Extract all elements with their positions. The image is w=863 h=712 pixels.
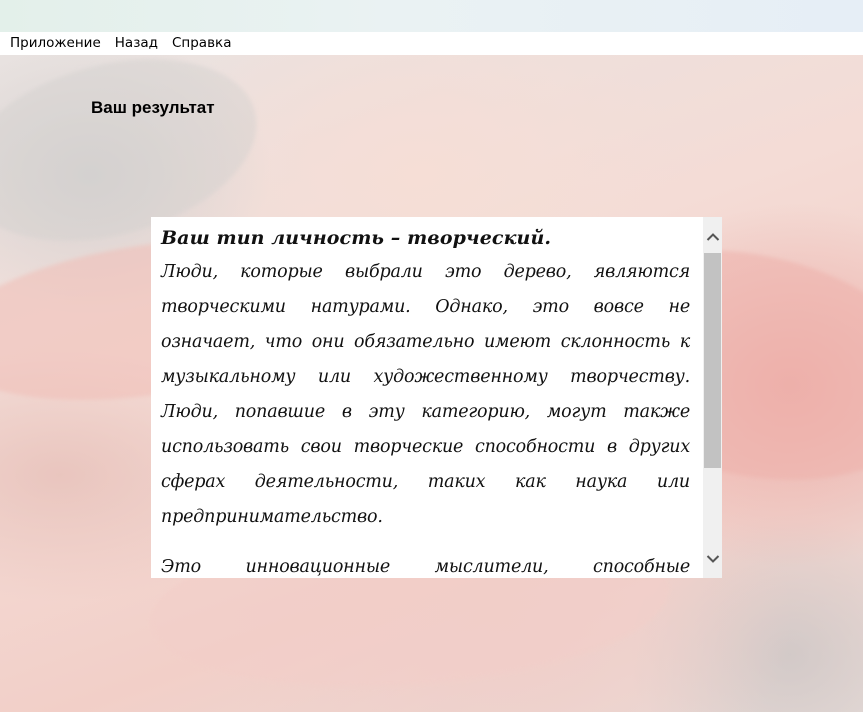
result-paragraph: Люди, которые выбрали это дерево, являют…	[161, 262, 690, 527]
vertical-scrollbar[interactable]	[703, 217, 722, 578]
result-text-content: Ваш тип личность – творческий. Люди, кот…	[161, 227, 690, 578]
result-paragraph: Это инновационные мыслители, способные п…	[161, 557, 690, 577]
app-window: Приложение Назад Справка Ваш результат В…	[0, 0, 863, 712]
chevron-down-icon[interactable]	[703, 549, 722, 568]
menu-bar: Приложение Назад Справка	[0, 32, 863, 55]
menu-item-app[interactable]: Приложение	[5, 32, 106, 55]
watercolor-background: Ваш результат Ваш тип личность – творчес…	[0, 55, 863, 712]
scroll-thumb[interactable]	[704, 253, 721, 468]
result-title: Ваш тип личность – творческий.	[161, 227, 552, 249]
title-bar[interactable]	[0, 0, 863, 32]
result-text-panel[interactable]: Ваш тип личность – творческий. Люди, кот…	[151, 217, 722, 578]
menu-item-help[interactable]: Справка	[167, 32, 236, 55]
menu-item-back[interactable]: Назад	[110, 32, 163, 55]
chevron-up-icon[interactable]	[703, 227, 722, 246]
page-title: Ваш результат	[91, 98, 215, 117]
